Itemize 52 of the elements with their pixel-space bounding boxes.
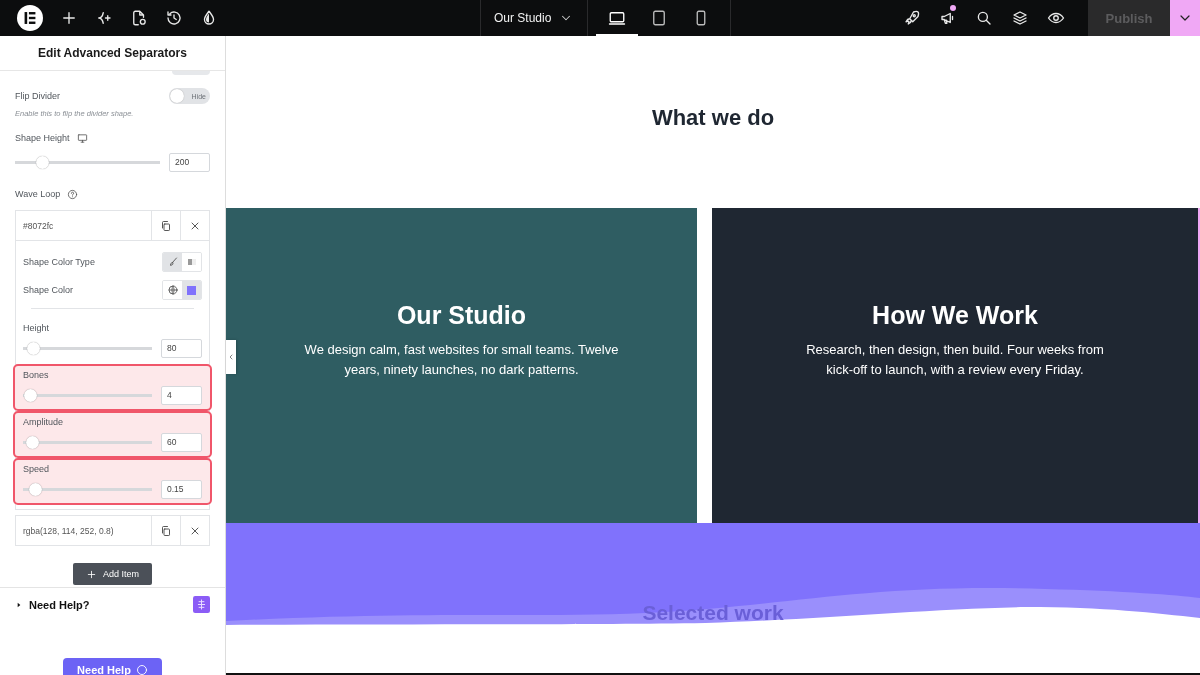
control-label: Shape Color Type [23, 257, 95, 267]
plugin-icon[interactable] [193, 596, 210, 613]
card-text: Research, then design, then build. Four weeks from kick-off to launch, with a review every Friday. [805, 341, 1105, 379]
control-label: Flip Divider [15, 91, 60, 101]
chevron-left-icon [227, 352, 235, 362]
slider-thumb[interactable] [25, 435, 39, 449]
repeater-item-header[interactable]: rgba(128, 114, 252, 0.8) [16, 516, 209, 545]
item-title: #8072fc [22, 219, 55, 233]
control-label: Speed [23, 464, 51, 474]
search-icon[interactable] [975, 9, 993, 27]
copy-icon [160, 219, 172, 232]
slider-thumb[interactable] [29, 482, 43, 496]
history-icon[interactable] [165, 9, 183, 27]
slider-thumb[interactable] [36, 155, 50, 169]
page-settings-icon[interactable] [130, 9, 148, 27]
copy-icon [160, 524, 172, 537]
slider-thumb[interactable] [24, 388, 38, 402]
number-field[interactable]: 80 [161, 338, 202, 358]
sparkle-icon[interactable] [95, 9, 113, 27]
color-type-option[interactable] [163, 253, 182, 271]
slider-thumb[interactable] [26, 341, 40, 355]
repeater-item-header[interactable]: #8072fc [16, 211, 209, 240]
logo-icon[interactable] [17, 5, 43, 31]
layers-icon[interactable] [1011, 9, 1029, 27]
add-icon [86, 568, 97, 580]
number-field[interactable]: 200 [169, 152, 210, 172]
number-field[interactable]: 60 [161, 432, 202, 452]
globe-icon [166, 284, 179, 296]
caret-icon [15, 600, 23, 609]
control-label: Amplitude [23, 417, 65, 427]
color-picker-button[interactable] [182, 281, 201, 299]
rocket-icon[interactable] [903, 9, 921, 27]
gradient-icon [185, 256, 198, 268]
control-label: Bones [23, 370, 50, 380]
publish-options-button[interactable] [1170, 0, 1200, 36]
control-label: Wave Loop [15, 189, 61, 199]
section-toggle[interactable]: Need Help? [15, 598, 90, 611]
number-field[interactable]: 0.15 [161, 479, 202, 499]
card-title: Our Studio [396, 301, 527, 330]
add-item-button[interactable]: Add Item [73, 563, 152, 585]
control-label: Height [23, 323, 50, 333]
card-text: We design calm, fast websites for small teams. Twelve years, ninety launches, no dark patterns. [303, 341, 620, 379]
monitor-icon [76, 132, 88, 144]
page-selector[interactable]: Our Studio [481, 0, 589, 36]
desktop-icon [608, 9, 627, 27]
add-icon[interactable] [60, 9, 78, 27]
control-label: Shape Color [23, 285, 74, 295]
card-title: How We Work [872, 301, 1038, 330]
control-label: Shape Height [15, 133, 70, 143]
section-heading: What we do [651, 105, 775, 132]
number-field[interactable]: 4 [161, 385, 202, 405]
item-title: rgba(128, 114, 252, 0.8) [22, 524, 115, 538]
